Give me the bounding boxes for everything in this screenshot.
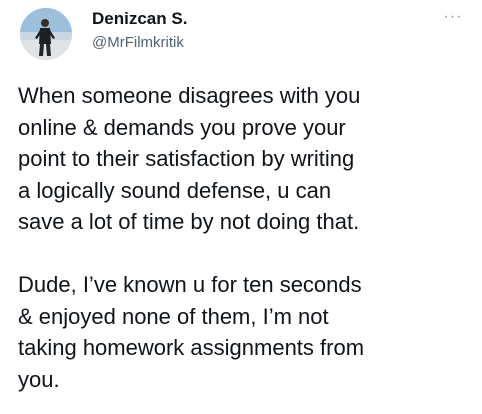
tweet-line: Dude, I’ve known u for ten seconds [18,271,362,297]
more-options-button[interactable]: ··· [440,8,466,26]
tweet-line: online & demands you prove your [18,114,346,140]
tweet-line: a logically sound defense, u can [18,177,332,203]
author-handle[interactable]: @MrFilmkritik [92,33,184,53]
tweet-line: save a lot of time by not doing that. [18,209,360,235]
tweet-card: Denizcan S. @MrFilmkritik ··· When someo… [0,0,482,414]
tweet-line: & enjoyed none of them, I’m not [18,303,329,329]
tweet-text: When someone disagrees with you online &… [18,80,478,395]
tweet-line: taking homework assignments from [18,335,365,361]
tweet-paragraph-2: Dude, I’ve known u for ten seconds & enj… [18,269,478,395]
more-horizontal-icon: ··· [443,8,463,25]
avatar[interactable] [20,8,72,60]
avatar-photo [20,8,72,60]
tweet-paragraph-1: When someone disagrees with you online &… [18,80,478,238]
tweet-line: When someone disagrees with you [18,83,361,108]
tweet-line: point to their satisfaction by writing [18,146,355,172]
tweet-line: you. [18,366,60,392]
author-name[interactable]: Denizcan S. [92,8,187,30]
